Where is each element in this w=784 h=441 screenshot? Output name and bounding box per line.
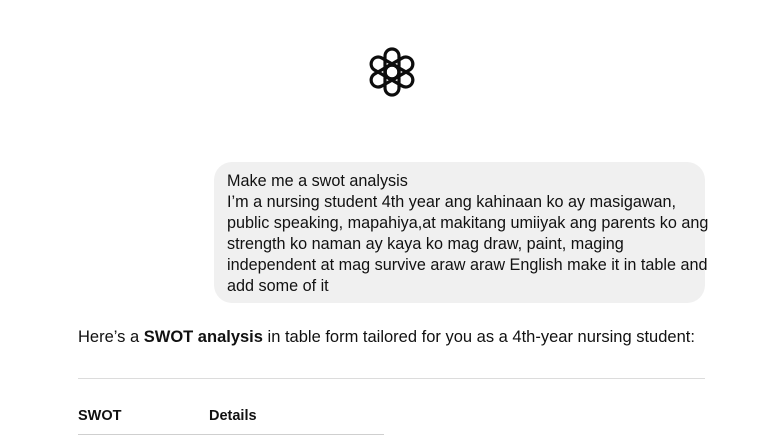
user-message-line: add some of it — [227, 277, 329, 295]
intro-text-before: Here’s a — [78, 328, 144, 346]
chat-page: Make me a swot analysis I’m a nursing st… — [0, 0, 784, 441]
section-divider — [78, 378, 705, 379]
swot-table-header: SWOT Details — [78, 406, 384, 435]
column-header-details: Details — [209, 408, 257, 424]
user-message-line: public speaking, mapahiya,at makitang um… — [227, 214, 709, 232]
intro-text-bold: SWOT analysis — [143, 328, 263, 346]
user-message-bubble: Make me a swot analysis I’m a nursing st… — [214, 162, 709, 303]
assistant-intro-text: Here’s a SWOT analysis in table form tai… — [78, 326, 695, 348]
user-message-line: independent at mag survive araw araw Eng… — [227, 256, 708, 274]
intro-text-after: in table form tailored for you as a 4th-… — [262, 328, 695, 346]
user-message-line: Make me a swot analysis — [227, 172, 408, 190]
user-message-line: strength ko naman ay kaya ko mag draw, p… — [227, 235, 624, 253]
openai-logo-icon — [365, 45, 419, 99]
user-message-line: I’m a nursing student 4th year ang kahin… — [227, 193, 677, 211]
column-header-swot: SWOT — [78, 408, 122, 424]
